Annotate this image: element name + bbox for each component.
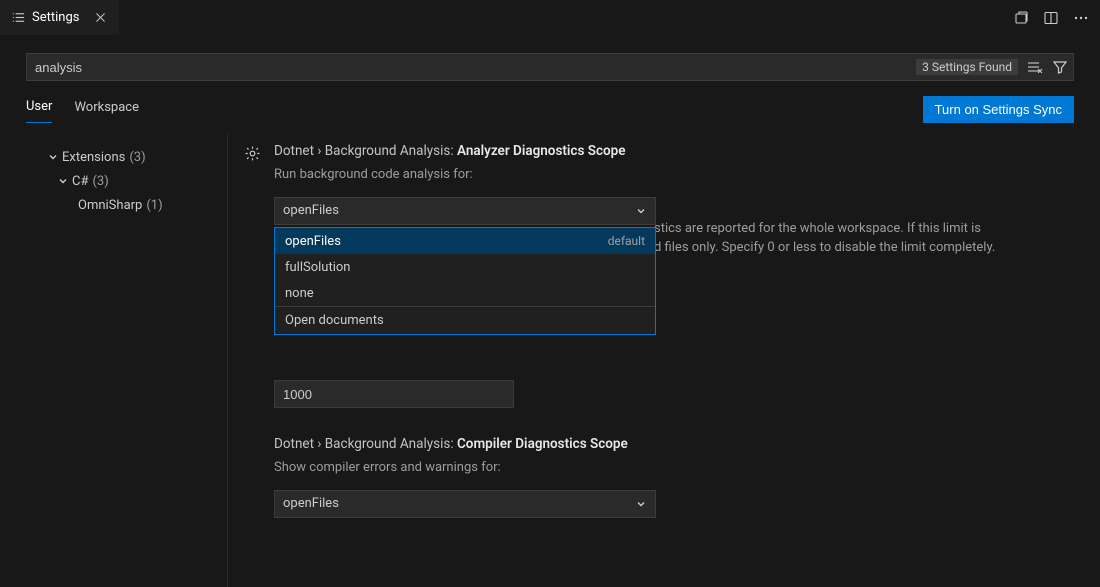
dropdown-description: Open documents [275, 307, 655, 334]
setting-limit: stics are reported for the whole workspa… [240, 337, 1074, 409]
select-value: openFiles [283, 203, 339, 218]
tab-title: Settings [32, 10, 79, 25]
option-label: openFiles [285, 234, 341, 249]
setting-analyzer-diagnostics-scope: Dotnet › Background Analysis: Analyzer D… [240, 143, 1074, 225]
filter-icon[interactable] [1050, 57, 1070, 77]
setting-title: Dotnet › Background Analysis: Analyzer D… [274, 143, 1074, 159]
tree-count: (3) [129, 150, 145, 165]
desc-fragment-2: d files only. Specify 0 or less to disab… [654, 240, 995, 255]
analyzer-scope-select[interactable]: openFiles [274, 197, 656, 225]
chevron-down-icon [46, 150, 60, 164]
close-icon[interactable] [91, 9, 109, 27]
open-settings-json-icon[interactable] [1012, 9, 1030, 27]
gear-icon[interactable] [244, 145, 262, 163]
tree-item-csharp[interactable]: C# (3) [26, 169, 227, 193]
option-label: none [285, 286, 314, 301]
editor-actions [1012, 0, 1100, 35]
dropdown-option-fullsolution[interactable]: fullSolution [275, 254, 655, 280]
option-label: fullSolution [285, 260, 350, 275]
scope-tab-workspace[interactable]: Workspace [74, 96, 139, 123]
chevron-down-icon [635, 498, 647, 510]
chevron-down-icon [635, 205, 647, 217]
chevron-down-icon [56, 174, 70, 188]
tree-item-extensions[interactable]: Extensions (3) [26, 145, 227, 169]
setting-breadcrumb: Dotnet › Background Analysis: [274, 436, 457, 452]
desc-fragment-1: stics are reported for the whole workspa… [654, 221, 981, 236]
setting-name: Compiler Diagnostics Scope [457, 436, 628, 452]
settings-found-badge: 3 Settings Found [916, 59, 1018, 75]
split-editor-icon[interactable] [1042, 9, 1060, 27]
option-default-badge: default [608, 234, 645, 248]
analyzer-scope-dropdown: openFiles default fullSolution none Open… [274, 227, 656, 335]
setting-breadcrumb: Dotnet › Background Analysis: [274, 143, 457, 159]
settings-sync-button[interactable]: Turn on Settings Sync [923, 96, 1074, 123]
clear-search-icon[interactable] [1024, 57, 1044, 77]
editor-tab-bar: Settings [0, 0, 1100, 35]
tree-count: (1) [146, 198, 162, 213]
compiler-scope-select[interactable]: openFiles [274, 490, 656, 518]
tree-item-omnisharp[interactable]: OmniSharp (1) [26, 193, 227, 217]
settings-scope-row: User Workspace Turn on Settings Sync [0, 81, 1100, 123]
settings-search-row: 3 Settings Found [0, 35, 1100, 81]
scope-tab-user[interactable]: User [26, 95, 52, 123]
tree-count: (3) [92, 174, 108, 189]
limit-input[interactable] [274, 380, 514, 408]
select-value: openFiles [283, 496, 339, 511]
dropdown-option-none[interactable]: none [275, 280, 655, 306]
settings-content: Dotnet › Background Analysis: Analyzer D… [227, 133, 1100, 587]
setting-title: Dotnet › Background Analysis: Compiler D… [274, 436, 1074, 452]
setting-compiler-diagnostics-scope: Dotnet › Background Analysis: Compiler D… [240, 436, 1074, 518]
more-actions-icon[interactable] [1072, 9, 1090, 27]
settings-tree: Extensions (3) C# (3) OmniSharp (1) [0, 133, 227, 587]
tree-label: OmniSharp [78, 198, 142, 213]
setting-description: Run background code analysis for: [274, 165, 1054, 185]
tab-settings[interactable]: Settings [0, 0, 119, 35]
dropdown-option-openfiles[interactable]: openFiles default [275, 228, 655, 254]
settings-list-icon [10, 10, 26, 26]
setting-name: Analyzer Diagnostics Scope [457, 143, 626, 159]
setting-description: stics are reported for the whole workspa… [654, 219, 1074, 258]
tree-label: Extensions [62, 150, 125, 165]
setting-description: Show compiler errors and warnings for: [274, 458, 1054, 478]
tree-label: C# [72, 174, 88, 189]
